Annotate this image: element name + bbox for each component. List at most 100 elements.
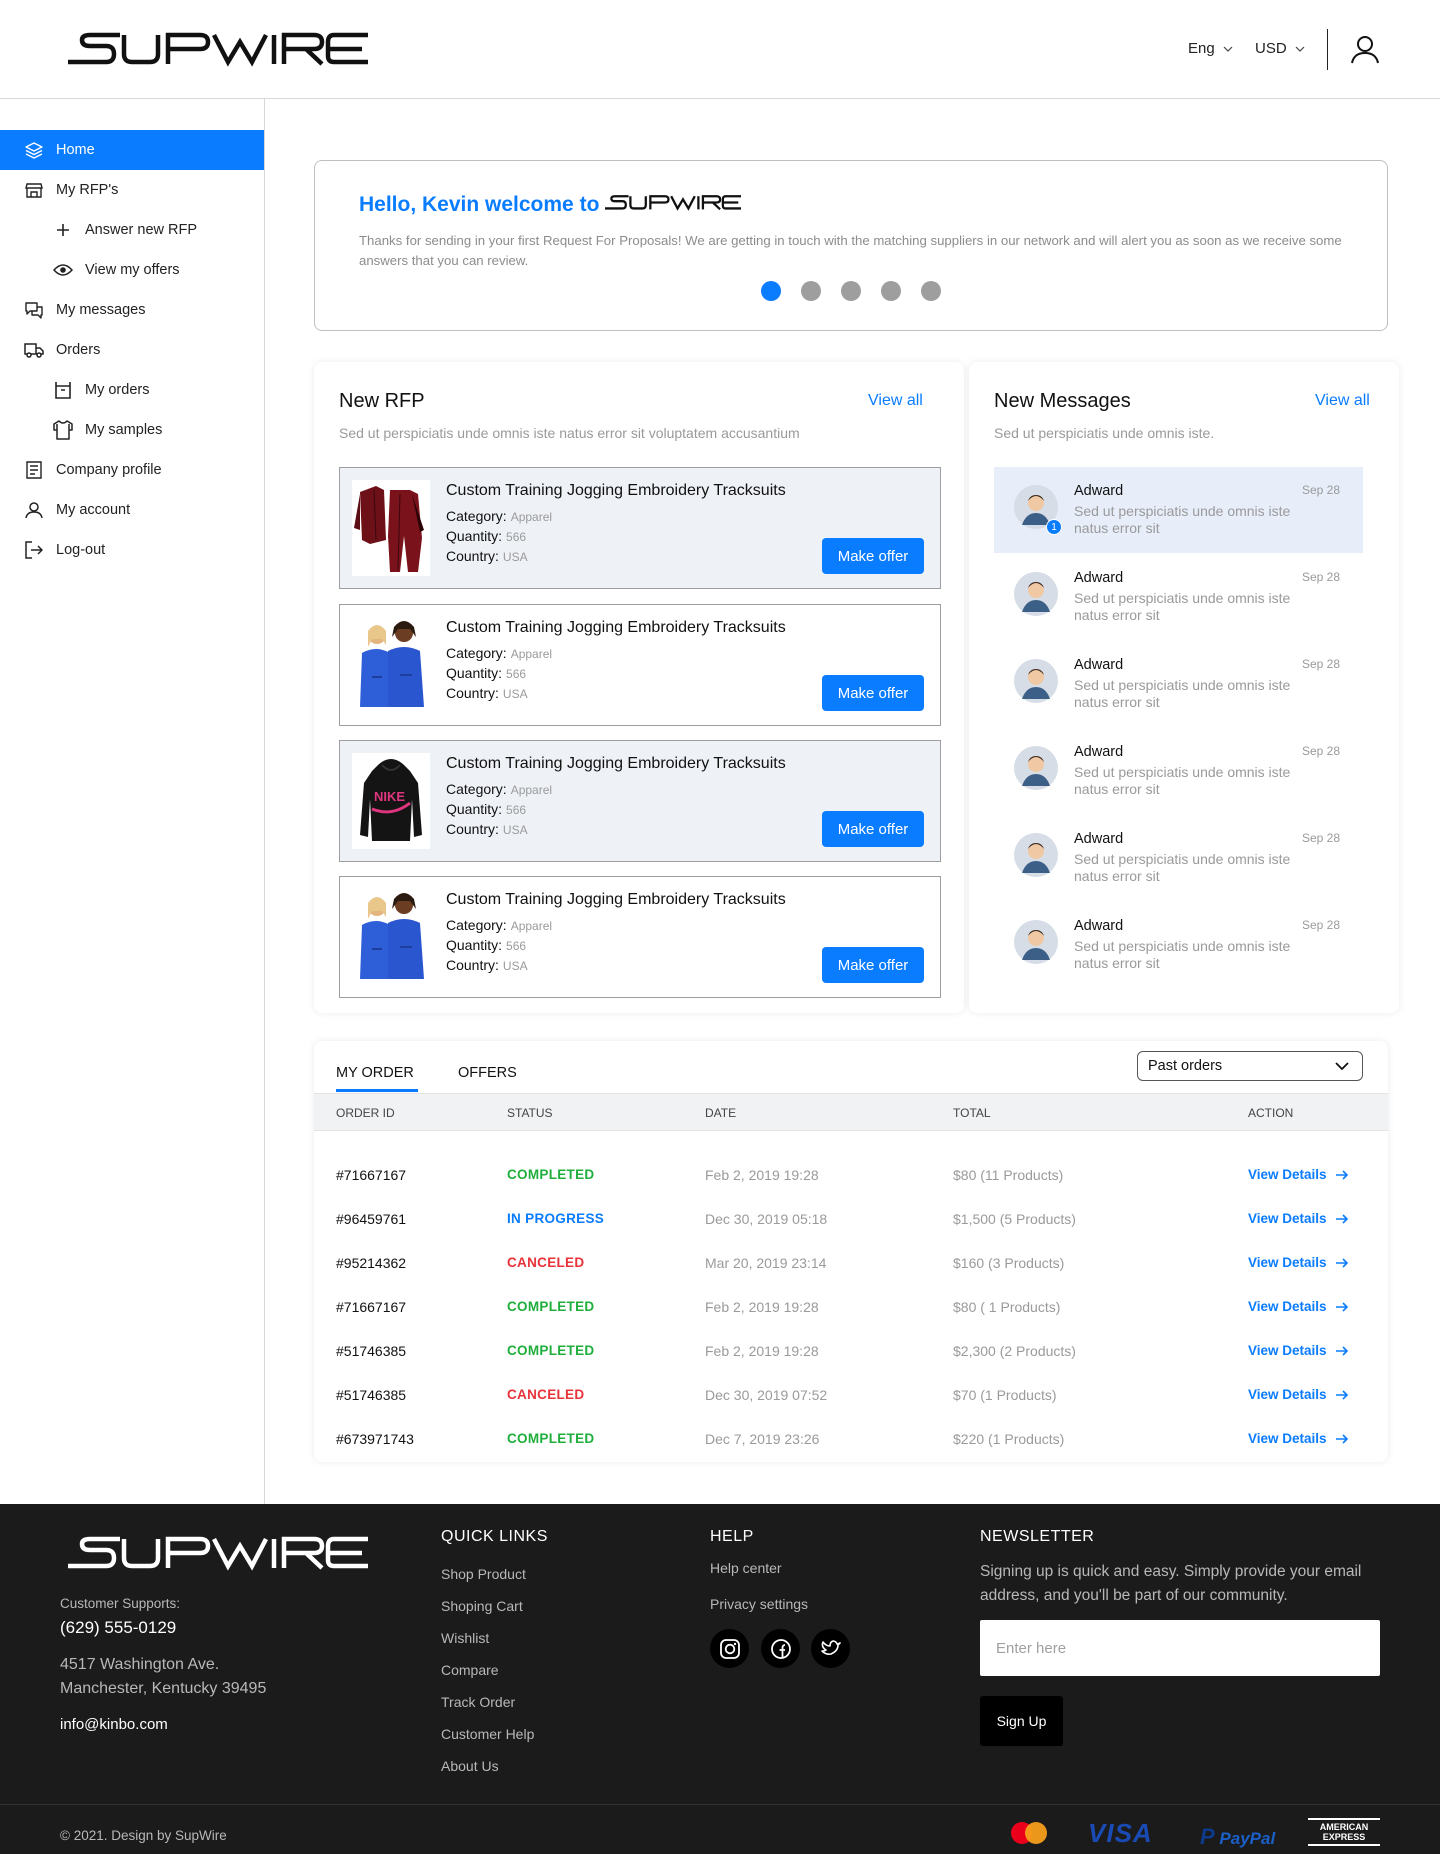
message-sender: Adward [1074, 918, 1124, 934]
order-status: IN PROGRESS [507, 1211, 605, 1226]
order-filter-select[interactable]: Past orders [1137, 1051, 1363, 1081]
country-label: Country: [446, 685, 499, 701]
card-title: New Messages [994, 390, 1131, 412]
rfp-country: Country: USA [446, 685, 528, 701]
sidebar-item-view-my-offers[interactable]: View my offers [0, 250, 264, 290]
help-title: HELP [710, 1528, 754, 1545]
order-total: $80 (11 Products) [953, 1167, 1064, 1183]
rfp-item[interactable]: Custom Training Jogging Embroidery Track… [339, 604, 941, 726]
support-email[interactable]: info@kinbo.com [60, 1716, 168, 1733]
sidebar-item-my-orders[interactable]: My orders [0, 370, 264, 410]
message-item[interactable]: Adward Sep 28 Sed ut perspiciatis unde o… [994, 641, 1363, 727]
twitter-icon[interactable] [811, 1629, 850, 1668]
message-item[interactable]: Adward Sep 28 Sed ut perspiciatis unde o… [994, 728, 1363, 814]
rfp-item[interactable]: Custom Training Jogging Embroidery Track… [339, 876, 941, 998]
currency-select[interactable]: USD [1255, 40, 1305, 57]
arrow-right-icon [1335, 1389, 1348, 1400]
footer-link[interactable]: Compare [441, 1662, 499, 1678]
footer-link[interactable]: Wishlist [441, 1630, 489, 1646]
sidebar-item-my-account[interactable]: My account [0, 490, 264, 530]
footer-link[interactable]: Help center [710, 1560, 782, 1576]
footer-link[interactable]: About Us [441, 1758, 499, 1774]
message-preview: Sed ut perspiciatis unde omnis iste natu… [1074, 590, 1291, 623]
view-details-link[interactable]: View Details [1248, 1343, 1349, 1358]
sidebar-item-answer-new-rfp[interactable]: Answer new RFP [0, 210, 264, 250]
sidebar-item-label: My RFP's [56, 182, 119, 198]
address-line-1: 4517 Washington Ave. [60, 1656, 220, 1673]
support-phone[interactable]: (629) 555-0129 [60, 1618, 176, 1638]
product-image [352, 480, 430, 576]
avatar [1014, 659, 1058, 703]
carousel-dot[interactable] [841, 281, 861, 301]
user-account-icon[interactable] [1350, 34, 1380, 64]
newsletter-email-input[interactable] [980, 1620, 1380, 1676]
sidebar-item-logout[interactable]: Log-out [0, 530, 264, 570]
view-details-link[interactable]: View Details [1248, 1387, 1349, 1402]
footer-link[interactable]: Shop Product [441, 1566, 526, 1582]
carousel-dot[interactable] [881, 281, 901, 301]
view-details-link[interactable]: View Details [1248, 1167, 1349, 1182]
carousel-dot[interactable] [921, 281, 941, 301]
welcome-text: Thanks for sending in your first Request… [359, 233, 1342, 268]
country-label: Country: [446, 957, 499, 973]
tab-offers[interactable]: OFFERS [458, 1065, 517, 1081]
quantity-value: 566 [506, 530, 527, 544]
category-value: Apparel [510, 510, 553, 524]
product-image [352, 617, 430, 713]
sidebar-item-home[interactable]: Home [0, 130, 264, 170]
rfp-quantity: Quantity: 566 [446, 665, 526, 681]
order-filter-value: Past orders [1148, 1058, 1223, 1074]
sidebar-item-my-samples[interactable]: My samples [0, 410, 264, 450]
order-date: Feb 2, 2019 19:28 [705, 1167, 819, 1183]
make-offer-button[interactable]: Make offer [822, 947, 924, 983]
carousel-dot[interactable] [801, 281, 821, 301]
view-details-link[interactable]: View Details [1248, 1255, 1349, 1270]
make-offer-button[interactable]: Make offer [822, 811, 924, 847]
instagram-icon[interactable] [710, 1629, 749, 1668]
message-preview: Sed ut perspiciatis unde omnis iste natu… [1074, 764, 1291, 797]
rfp-item[interactable]: NIKE Custom Training Jogging Embroidery … [339, 740, 941, 862]
carousel-dot[interactable] [761, 281, 781, 301]
message-item[interactable]: Adward Sep 28 Sed ut perspiciatis unde o… [994, 815, 1363, 901]
message-date: Sep 28 [1302, 483, 1341, 497]
tab-my-order[interactable]: MY ORDER [336, 1065, 414, 1081]
view-details-link[interactable]: View Details [1248, 1211, 1349, 1226]
message-item[interactable]: Adward Sep 28 Sed ut perspiciatis unde o… [994, 554, 1363, 640]
view-details-link[interactable]: View Details [1248, 1431, 1349, 1446]
unread-badge: 1 [1046, 519, 1062, 535]
view-details-label: View Details [1248, 1299, 1327, 1314]
country-label: Country: [446, 548, 499, 564]
supwire-logo[interactable] [68, 32, 368, 68]
order-total: $160 (3 Products) [953, 1255, 1065, 1271]
sidebar-item-my-rfps[interactable]: My RFP's [0, 170, 264, 210]
rfp-item[interactable]: Custom Training Jogging Embroidery Track… [339, 467, 941, 589]
rfp-quantity: Quantity: 566 [446, 528, 526, 544]
view-all-link[interactable]: View all [868, 392, 923, 410]
quick-links-title: QUICK LINKS [441, 1528, 548, 1545]
order-id: #51746385 [336, 1387, 407, 1403]
footer-link[interactable]: Customer Help [441, 1726, 534, 1742]
message-item[interactable]: Adward Sep 28 Sed ut perspiciatis unde o… [994, 902, 1363, 988]
sign-up-button[interactable]: Sign Up [980, 1696, 1063, 1746]
sidebar-item-company-profile[interactable]: Company profile [0, 450, 264, 490]
footer-link[interactable]: Shoping Cart [441, 1598, 523, 1614]
view-all-link[interactable]: View all [1315, 392, 1370, 410]
sidebar-item-label: Answer new RFP [85, 222, 198, 238]
message-item[interactable]: 1 Adward Sep 28 Sed ut perspiciatis unde… [994, 467, 1363, 553]
view-details-link[interactable]: View Details [1248, 1299, 1349, 1314]
message-sender: Adward [1074, 831, 1124, 847]
sidebar-item-orders[interactable]: Orders [0, 330, 264, 370]
plus-icon [53, 220, 73, 240]
footer-link[interactable]: Track Order [441, 1694, 515, 1710]
make-offer-button[interactable]: Make offer [822, 538, 924, 574]
view-details-label: View Details [1248, 1431, 1327, 1446]
language-select[interactable]: Eng [1188, 40, 1233, 57]
supwire-logo [605, 195, 741, 211]
order-date: Dec 30, 2019 07:52 [705, 1387, 828, 1403]
sidebar-item-my-messages[interactable]: My messages [0, 290, 264, 330]
supwire-logo[interactable] [68, 1536, 368, 1572]
order-total: $70 (1 Products) [953, 1387, 1057, 1403]
footer-link[interactable]: Privacy settings [710, 1596, 808, 1612]
facebook-icon[interactable] [761, 1629, 800, 1668]
make-offer-button[interactable]: Make offer [822, 675, 924, 711]
